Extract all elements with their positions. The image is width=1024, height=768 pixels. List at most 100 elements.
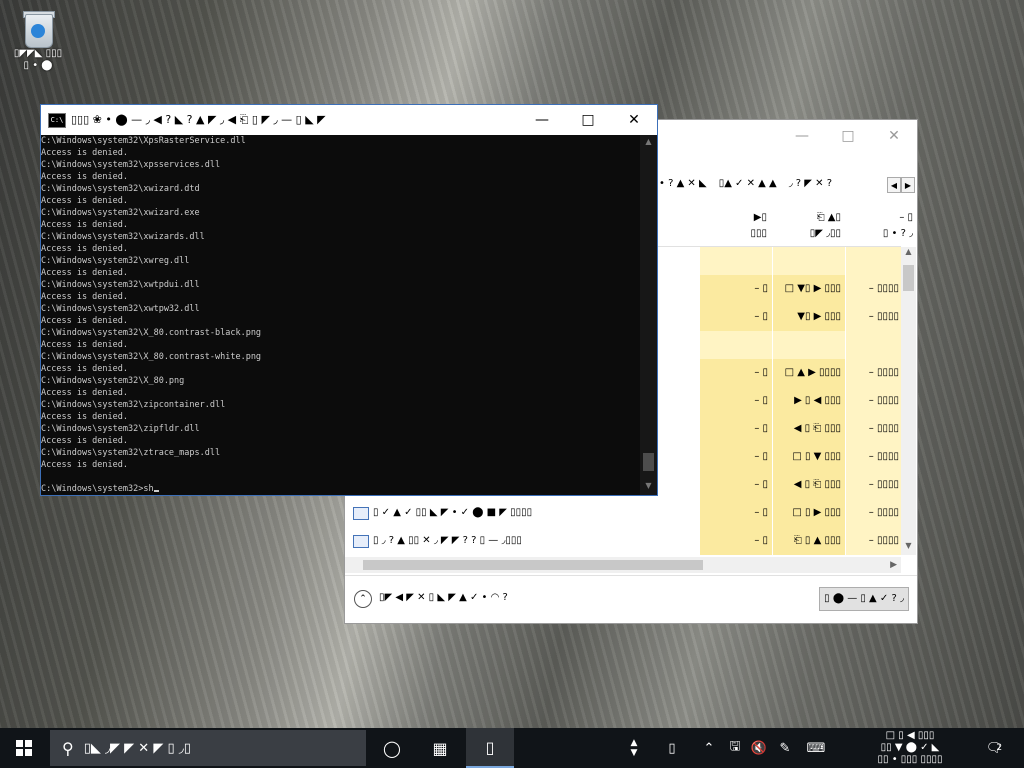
table-cell-c3: – ▯▯▯▯ — [868, 367, 899, 378]
console-title: ▯▯▯ ❀ • ⬤ — ◞ ◀ ? ◣ ? ▲ ◤ ◞ ◀ ⎗ ▯ ◤ ◞ — … — [71, 113, 326, 126]
keyboard-icon[interactable]: ⌨ — [802, 728, 830, 768]
chevron-up-icon[interactable]: ▲ — [640, 137, 657, 151]
table-row[interactable]: ▯ ✓ ▲ ✓ ▯▯ ◣ ◤ • ✓ ⬤ ■ ◤ ▯▯▯▯ – ▯ □ ▯ ▶ ▯▯… — [345, 499, 901, 527]
cortana-button[interactable]: ◯ — [368, 728, 416, 768]
recycle-bin-label-2: ▯ • ⬤ — [23, 60, 53, 71]
text-cursor — [153, 490, 159, 492]
notification-count: 2 — [996, 743, 1003, 753]
start-button[interactable] — [0, 728, 48, 768]
close-icon[interactable]: ✕ — [871, 120, 917, 152]
table-cell-c2 — [773, 247, 845, 275]
tab-item[interactable]: • ? ▲ ✕ ◣ — [653, 178, 713, 194]
console-line: C:\Windows\system32\xpsservices.dll — [41, 160, 221, 170]
console-line: C:\Windows\system32\X_80.png — [41, 376, 185, 386]
network-icon[interactable]: 🖫 — [724, 728, 746, 768]
document-icon: ▯ — [485, 737, 495, 757]
taskbar-search-box[interactable]: ⚲ ▯◣ ◞◤ ◤ ✕ ◤ ▯ ◞▯ — [50, 730, 366, 766]
circle-icon: ◯ — [383, 738, 401, 758]
chevron-right-icon[interactable]: ▶ — [901, 177, 915, 193]
scrollbar-thumb[interactable] — [643, 453, 654, 471]
task-view-icon: ▦ — [432, 738, 448, 758]
console-line: Access is denied. — [41, 316, 128, 326]
console-line: C:\Windows\system32\xwizard.dtd — [41, 184, 200, 194]
console-line: C:\Windows\system32\xwtpdui.dll — [41, 280, 200, 290]
console-line: Access is denied. — [41, 172, 128, 182]
console-line: Access is denied. — [41, 148, 128, 158]
scrollbar-thumb[interactable] — [363, 560, 703, 570]
console-line: C:\Windows\system32\XpsRasterService.dll — [41, 136, 246, 146]
windows-icon — [16, 740, 32, 756]
table-cell-c2: □ ▼▯ ▶ ▯▯▯ — [773, 275, 845, 303]
console-line: Access is denied. — [41, 244, 128, 254]
console-line: C:\Windows\system32\xwreg.dll — [41, 256, 190, 266]
tab-scroll-arrows: ◀ ▶ — [887, 177, 915, 193]
table-cell-c1: – ▯ — [700, 471, 772, 499]
chevron-right-icon[interactable]: ▶ — [890, 557, 897, 573]
process-icon — [353, 535, 369, 548]
table-cell-c2: ◀ ▯ ⎗ ▯▯▯ — [773, 471, 845, 499]
console-line: C:\Windows\system32\zipcontainer.dll — [41, 400, 226, 410]
console-titlebar[interactable]: C:\ ▯▯▯ ❀ • ⬤ — ◞ ◀ ? ◣ ? ▲ ◤ ◞ ◀ ⎗ ▯ ◤ … — [41, 105, 657, 135]
maximize-icon[interactable]: □ — [825, 120, 871, 152]
tray-app-icon[interactable]: ▯ — [664, 728, 680, 768]
close-icon[interactable]: ✕ — [611, 105, 657, 135]
table-cell-c2: □ ▯ ▼ ▯▯▯ — [773, 443, 845, 471]
background-window-controls: — □ ✕ — [779, 120, 917, 152]
table-cell-c1: – ▯ — [700, 415, 772, 443]
console-prompt[interactable]: C:\Windows\system32>sh — [41, 483, 639, 495]
pen-icon[interactable]: ✎ — [774, 728, 796, 768]
column-header-2[interactable]: ⎗ ▲▯ ▯◤ ◞▯▯ — [775, 210, 841, 242]
chevron-down-icon[interactable]: ▼ — [640, 481, 657, 495]
notification-center-button[interactable]: 🗨 2 — [980, 728, 1008, 768]
tab-item[interactable]: ◞ ? ◤ ✕ ? — [783, 178, 838, 194]
tab-item[interactable]: ▯▲ ✓ ✕ ▲ ▲ — [713, 178, 783, 194]
fewer-details-link[interactable]: ▯◤ ◀ ◤ ✕ ▯ ◣ ◤ ▲ ✓ • ◠ ? — [379, 592, 508, 603]
console-line: C:\Windows\system32\ztrace_maps.dll — [41, 448, 221, 458]
taskbar-clock[interactable]: □ ▯ ◀ ▯▯▯ ▯▯ ▼ ⬤ ✓ ◣ ▯▯ • ▯▯▯ ▯▯▯▯ — [860, 730, 960, 766]
command-prompt-window[interactable]: C:\ ▯▯▯ ❀ • ⬤ — ◞ ◀ ? ◣ ? ▲ ◤ ◞ ◀ ⎗ ▯ ◤ … — [40, 104, 658, 496]
vertical-scrollbar[interactable]: ▲ ▼ — [901, 247, 916, 555]
column-header-1[interactable]: ▶▯ ▯▯▯ — [701, 210, 767, 242]
scrollbar-thumb[interactable] — [903, 265, 914, 291]
minimize-icon[interactable]: — — [519, 105, 565, 135]
end-task-button[interactable]: ▯ ⬤ — ▯ ▲ ✓ ? ◞ — [819, 587, 909, 611]
console-line: C:\Windows\system32\zipfldr.dll — [41, 424, 200, 434]
chevron-up-icon[interactable]: ⌃ — [700, 728, 718, 768]
table-cell-c1: – ▯ — [700, 359, 772, 387]
chevron-left-icon[interactable]: ◀ — [887, 177, 901, 193]
chevron-up-icon[interactable]: ▲ — [901, 247, 916, 261]
table-cell-c1: – ▯ — [700, 527, 772, 555]
table-cell-c1: – ▯ — [700, 275, 772, 303]
console-scrollbar[interactable]: ▲ ▼ — [640, 135, 657, 495]
recycle-bin-icon — [21, 8, 55, 48]
table-row[interactable]: ▯ ◞ ? ▲ ▯▯ ✕ ◞ ◤ ◤ ? ? ▯ — ◞▯▯▯ – ▯ ⎗ ▯ ▲ … — [345, 527, 901, 555]
table-cell-c2 — [773, 331, 845, 359]
maximize-icon[interactable]: □ — [565, 105, 611, 135]
horizontal-scrollbar[interactable]: ▶ — [345, 557, 901, 573]
search-icon: ⚲ — [62, 738, 74, 758]
table-cell-c2: ◀ ▯ ⎗ ▯▯▯ — [773, 415, 845, 443]
console-line: C:\Windows\system32\xwizard.exe — [41, 208, 200, 218]
table-cell-c3: – ▯▯▯▯ — [868, 283, 899, 294]
recycle-bin[interactable]: ▯◤◤◣ ▯▯▯ ▯ • ⬤ — [10, 8, 66, 72]
console-line: Access is denied. — [41, 460, 128, 470]
chevron-down-icon[interactable]: ▼ — [901, 541, 916, 555]
taskbar-scroll-arrows[interactable]: ▲ ▼ — [626, 728, 642, 768]
console-line: Access is denied. — [41, 436, 128, 446]
table-cell-c3: – ▯▯▯▯ — [868, 535, 899, 546]
taskbar-app-file[interactable]: ▯ — [466, 728, 514, 768]
table-cell-c1 — [700, 247, 772, 275]
task-view-button[interactable]: ▦ — [416, 728, 464, 768]
console-output[interactable]: C:\Windows\system32\XpsRasterService.dll… — [41, 135, 639, 495]
minimize-icon[interactable]: — — [779, 120, 825, 152]
volume-muted-icon[interactable]: 🔇 — [748, 728, 770, 768]
table-cell-c3: – ▯▯▯▯ — [868, 507, 899, 518]
table-cell-c1: – ▯ — [700, 499, 772, 527]
console-app-icon: C:\ — [48, 113, 66, 128]
column-header-3[interactable]: – ▯ ▯ • ? ◞ — [847, 210, 913, 242]
table-cell-c3: – ▯▯▯▯ — [868, 451, 899, 462]
chevron-up-circle-icon[interactable]: ⌃ — [354, 590, 372, 608]
recycle-bin-label-1: ▯◤◤◣ ▯▯▯ — [13, 48, 63, 59]
table-cell-c3: – ▯▯▯▯ — [868, 395, 899, 406]
